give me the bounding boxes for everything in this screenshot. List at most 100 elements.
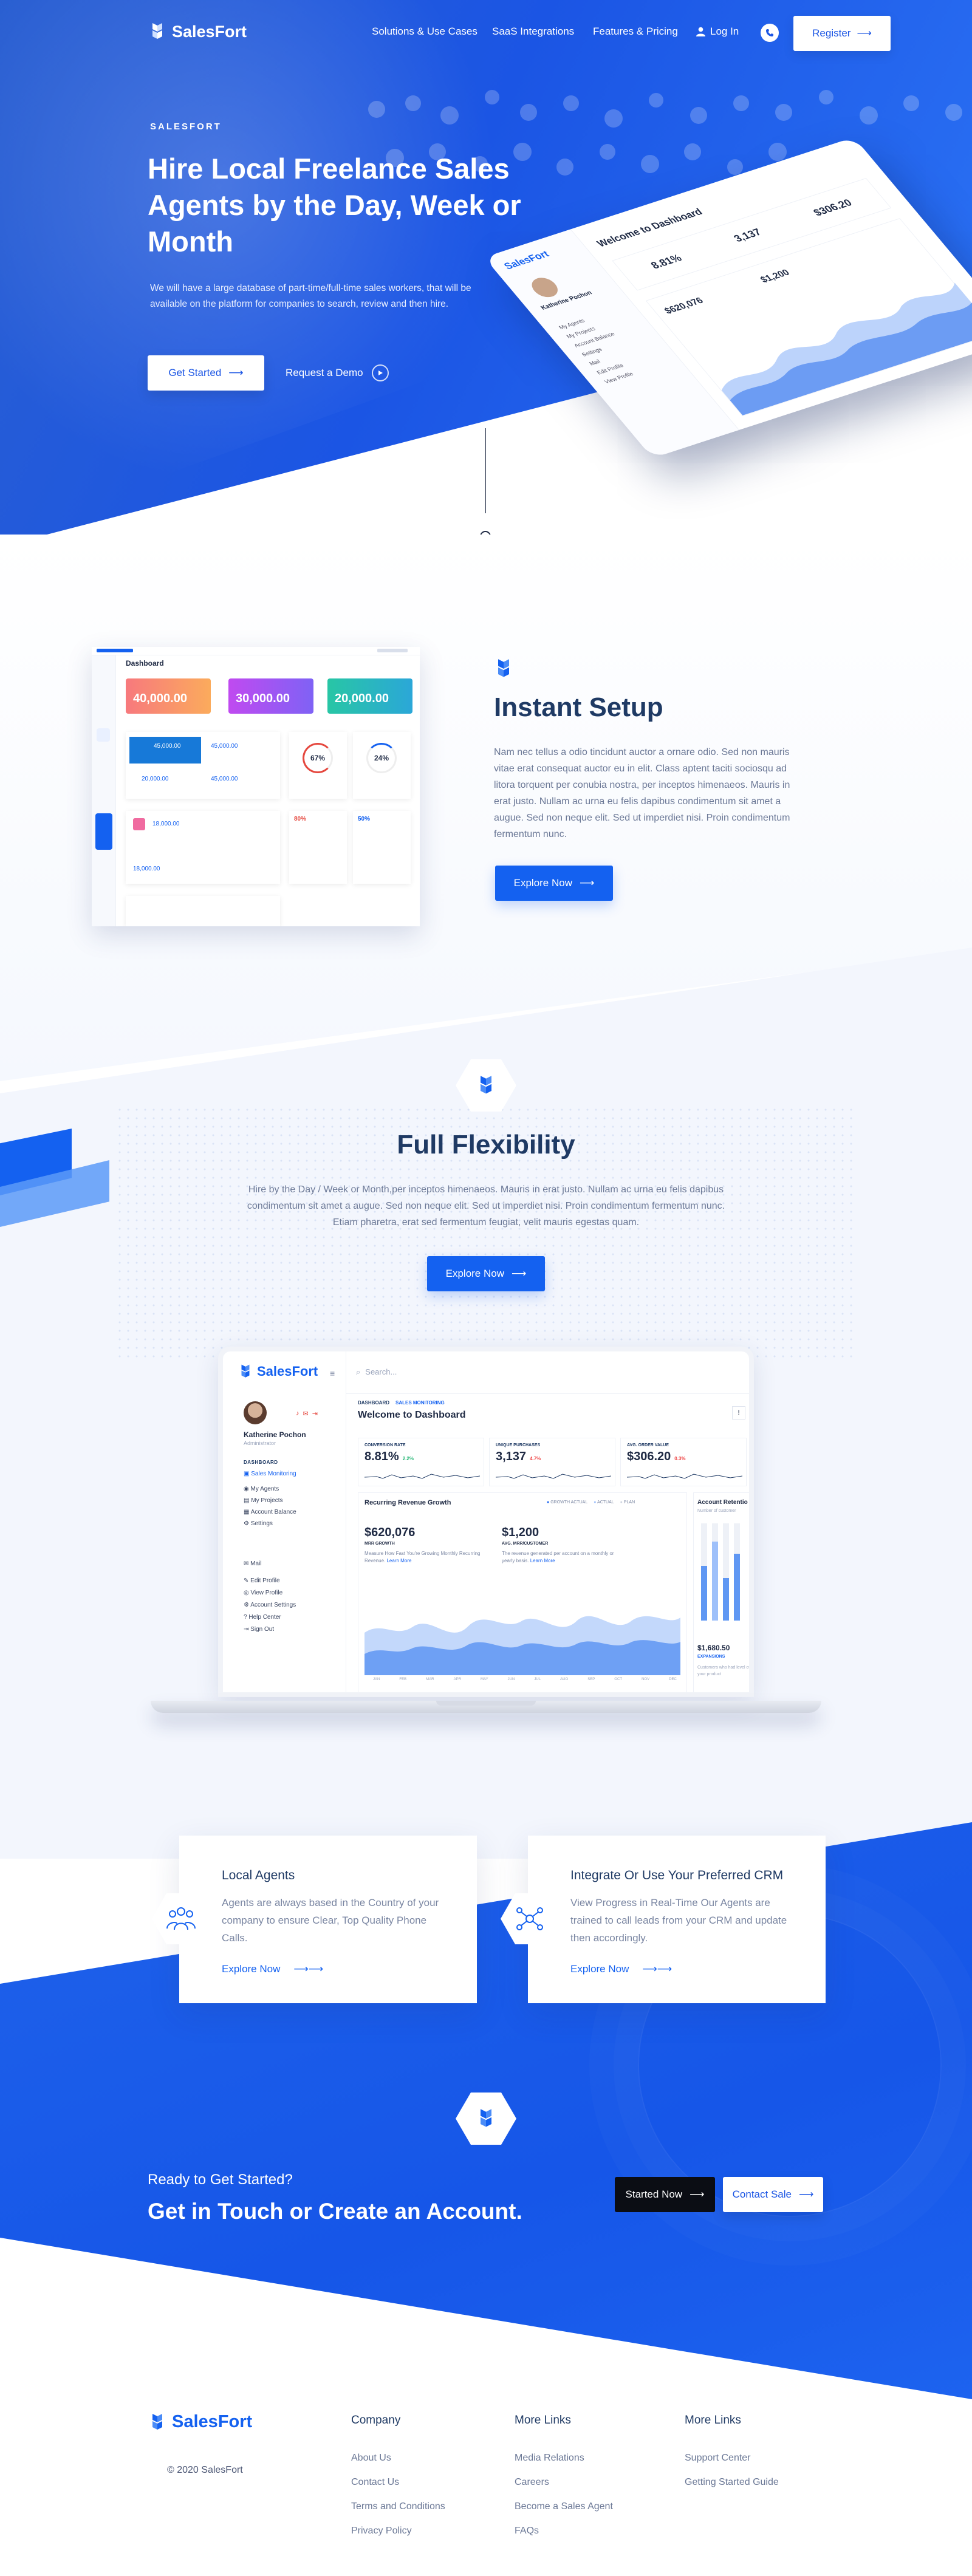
footer-link-terms[interactable]: Terms and Conditions — [351, 2501, 445, 2512]
footer-link-privacy[interactable]: Privacy Policy — [351, 2526, 412, 2537]
mail-icon[interactable]: ✉ — [303, 1410, 309, 1418]
menu-sales-monitoring[interactable]: ▣ Sales Monitoring — [244, 1468, 296, 1480]
revenue-area-chart — [364, 1616, 680, 1675]
month-tick: SEP — [587, 1678, 595, 1681]
kpi-delta: 4.7% — [530, 1456, 541, 1461]
user-icon — [696, 27, 705, 36]
revenue-growth-panel: Recurring Revenue Growth ● GROWTH ACTUAL… — [358, 1492, 687, 1692]
shot-tile-1: 40,000.00 — [126, 678, 211, 714]
footer-link-about[interactable]: About Us — [351, 2453, 391, 2464]
top-navigation: SalesFort Solutions & Use Cases SaaS Int… — [0, 0, 972, 67]
copyright: © 2020 SalesFort — [167, 2465, 243, 2475]
register-label: Register — [812, 27, 851, 39]
footer-column-title: More Links — [685, 2414, 741, 2427]
get-started-button[interactable]: Get Started ⟶ — [148, 355, 264, 391]
month-tick: APR — [453, 1678, 461, 1681]
month-axis: JAN FEB MAR APR MAY JUN JUL AUG SEP OCT NOV DEC — [373, 1678, 677, 1681]
arr-description: The revenue generated per account on a m… — [502, 1551, 614, 1563]
notification-icons[interactable]: ♪ ✉ ⇥ — [296, 1410, 318, 1418]
mockup-arr: $1,200 — [758, 267, 792, 285]
laptop-logo[interactable]: SalesFort — [238, 1364, 318, 1379]
started-now-button[interactable]: Started Now ⟶ — [615, 2177, 715, 2212]
retention-panel: Account Retentio Number of customer $1,6… — [693, 1492, 749, 1692]
menu-label: Sales Monitoring — [251, 1471, 296, 1477]
card-title: Local Agents — [222, 1868, 295, 1882]
shot-sidebar — [92, 655, 116, 926]
card-explore-link[interactable]: Explore Now ⟶⟶ — [222, 1963, 323, 1975]
user-avatar[interactable] — [244, 1401, 267, 1424]
menu-account-balance[interactable]: ▦ Account Balance — [244, 1506, 296, 1518]
menu-mail[interactable]: ✉ Mail — [244, 1558, 296, 1570]
footer-link-support[interactable]: Support Center — [685, 2453, 751, 2464]
month-tick: OCT — [614, 1678, 623, 1681]
learn-more-link[interactable]: Learn More — [530, 1558, 555, 1563]
legend-item: ● GROWTH ACTUAL — [547, 1500, 588, 1505]
menu-my-projects[interactable]: ▤ My Projects — [244, 1495, 296, 1506]
menu-view-profile[interactable]: ◎ View Profile — [244, 1587, 296, 1599]
menu-label: Mail — [250, 1560, 262, 1567]
contact-sale-button[interactable]: Contact Sale ⟶ — [723, 2177, 823, 2212]
brand-logo[interactable]: SalesFort — [148, 22, 247, 41]
menu-account-settings[interactable]: ⚙ Account Settings — [244, 1599, 296, 1611]
legend-item: ● PLAN — [620, 1500, 635, 1505]
legend-label: GROWTH ACTUAL — [550, 1500, 588, 1505]
footer-link-faqs[interactable]: FAQs — [515, 2526, 539, 2537]
menu-label: Help Center — [248, 1614, 281, 1621]
card-explore-link[interactable]: Explore Now ⟶⟶ — [570, 1963, 672, 1975]
card-text: Agents are always based in the Country o… — [222, 1897, 439, 1944]
menu-label: My Projects — [251, 1497, 283, 1504]
instant-setup-explore-button[interactable]: Explore Now ⟶ — [495, 866, 613, 901]
started-now-label: Started Now — [625, 2188, 683, 2200]
logout-icon[interactable]: ⇥ — [312, 1410, 318, 1418]
feature-card-crm: Integrate Or Use Your Preferred CRM View… — [501, 1836, 826, 2003]
menu-my-agents[interactable]: ◉ My Agents — [244, 1483, 296, 1495]
breadcrumb-item[interactable]: DASHBOARD — [358, 1400, 389, 1406]
login-link[interactable]: Log In — [696, 26, 739, 38]
kpi-value: $306.20 0.3% — [627, 1450, 686, 1463]
nav-link-saas-integrations[interactable]: SaaS Integrations — [492, 26, 574, 38]
card-link-label: Explore Now — [222, 1963, 281, 1975]
footer-link-careers[interactable]: Careers — [515, 2477, 549, 2488]
nav-link-solutions[interactable]: Solutions & Use Cases — [372, 26, 477, 38]
menu-label: Account Balance — [250, 1509, 296, 1515]
hamburger-icon[interactable]: ≡ — [330, 1368, 335, 1378]
learn-more-link[interactable]: Learn More — [386, 1558, 411, 1563]
footer-logo[interactable]: SalesFort — [148, 2412, 252, 2432]
info-button[interactable]: ! — [732, 1406, 745, 1420]
laptop-brand: SalesFort — [257, 1364, 318, 1379]
footer-column-title: More Links — [515, 2414, 571, 2427]
footer-link-become-agent[interactable]: Become a Sales Agent — [515, 2501, 613, 2512]
footer-link-contact[interactable]: Contact Us — [351, 2477, 399, 2488]
nav-link-features-pricing[interactable]: Features & Pricing — [593, 26, 678, 38]
arr-text: The revenue generated per account on a m… — [502, 1550, 623, 1565]
request-demo-link[interactable]: Request a Demo — [286, 364, 389, 381]
flexibility-explore-button[interactable]: Explore Now ⟶ — [427, 1256, 545, 1291]
brand-name: SalesFort — [172, 22, 247, 41]
footer-link-media[interactable]: Media Relations — [515, 2453, 584, 2464]
shot-list-1: 80% — [289, 811, 347, 884]
arrow-right-icon: ⟶ — [690, 2188, 705, 2200]
shot-card-balance: 45,000.00 45,000.00 20,000.00 45,000.00 — [126, 732, 280, 799]
footer-link-getting-started[interactable]: Getting Started Guide — [685, 2477, 779, 2488]
menu-settings[interactable]: ⚙ Settings — [244, 1518, 296, 1529]
shot-tile-value: 40,000.00 — [133, 692, 187, 705]
month-tick: MAR — [426, 1678, 434, 1681]
bell-icon[interactable]: ♪ — [296, 1410, 299, 1418]
flexibility-title: Full Flexibility — [397, 1130, 575, 1160]
register-button[interactable]: Register ⟶ — [793, 16, 891, 51]
hero-description: We will have a large database of part-ti… — [150, 283, 471, 309]
laptop-base — [151, 1701, 821, 1713]
phone-button[interactable] — [761, 24, 779, 42]
menu-help-center[interactable]: ? Help Center — [244, 1611, 296, 1624]
secondary-menu: ✉ Mail ✎ Edit Profile ◎ View Profile ⚙ A… — [244, 1558, 296, 1636]
menu-heading: DASHBOARD — [244, 1460, 278, 1465]
mockup-kpi: 3,137 — [731, 226, 764, 244]
menu-sign-out[interactable]: ⇥ Sign Out — [244, 1624, 296, 1636]
search-box[interactable]: ⌕ Search... — [356, 1367, 397, 1377]
menu-edit-profile[interactable]: ✎ Edit Profile — [244, 1575, 296, 1587]
mockup-mrr: $620,076 — [662, 295, 706, 316]
card-title: Integrate Or Use Your Preferred CRM — [570, 1868, 784, 1882]
breadcrumb: DASHBOARD SALES MONITORING — [358, 1400, 445, 1406]
breadcrumb-item[interactable]: SALES MONITORING — [395, 1400, 445, 1406]
hero-dashboard-mockup: SalesFort Katherine Pochon My Agents My … — [484, 137, 972, 459]
